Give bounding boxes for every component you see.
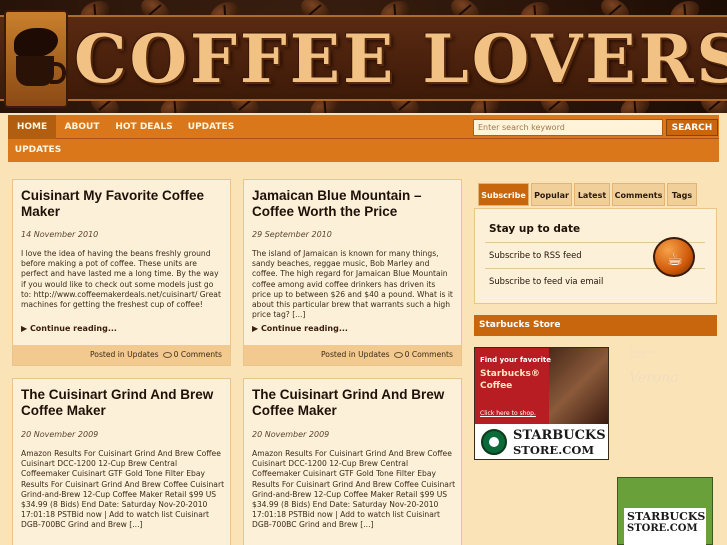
post-card: Cuisinart My Favorite Coffee Maker 14 No… [12,179,231,366]
ad-line1: Find your favorite [480,356,551,364]
post-title[interactable]: Cuisinart My Favorite Coffee Maker [21,188,221,220]
ad-brand-line1: STARBUCKS [513,428,606,443]
rss-feed-icon[interactable]: ☕ [653,237,695,277]
search-input[interactable] [473,119,663,136]
site-header: COFFEE LOVERS [0,0,727,113]
comments-link[interactable]: 0 Comments [405,350,453,359]
post-title[interactable]: The Cuisinart Grind And Brew Coffee Make… [21,387,221,419]
post-excerpt: Amazon Results For Cuisinart Grind And B… [252,449,456,530]
post-excerpt: The island of Jamaican is known for many… [252,249,453,320]
continue-reading-link[interactable]: ▶ Continue reading... [252,324,348,333]
comment-bubble-icon [393,352,403,358]
tab-tags[interactable]: Tags [667,183,697,206]
subscribe-rss-link[interactable]: Subscribe to RSS feed [489,250,582,260]
post-footer: Posted in Updates 0 Comments [244,345,461,365]
continue-reading-label: Continue reading... [29,324,117,333]
post-date: 20 November 2009 [252,430,330,439]
nav-about[interactable]: ABOUT [58,115,106,139]
coffee-splash-icon [14,28,58,58]
coffee-photo: STARBUCKS COFFEE Verona [549,348,679,424]
site-title[interactable]: COFFEE LOVERS [74,22,727,96]
mug-icon [16,56,66,86]
coffee-cup-logo-icon[interactable] [4,10,68,108]
ad-red-panel: STARBUCKS COFFEE Verona Find your favori… [475,348,679,424]
sidebar-tabs: Subscribe Popular Latest Comments Tags [474,180,717,208]
ad-photo-name: Verona [629,370,679,386]
nav-home[interactable]: HOME [8,115,56,139]
post-date: 29 September 2010 [252,230,332,239]
nav-hot-deals[interactable]: HOT DEALS [112,115,176,139]
post-card: The Cuisinart Grind And Brew Coffee Make… [243,378,462,545]
post-date: 20 November 2009 [21,430,99,439]
ad-small-brand-panel: STARBUCKS STORE.COM [624,508,706,545]
tab-comments[interactable]: Comments [612,183,665,206]
subscribe-title: Stay up to date [489,223,581,235]
continue-reading-label: Continue reading... [260,324,348,333]
continue-reading-link[interactable]: ▶ Continue reading... [21,324,117,333]
tab-popular[interactable]: Popular [531,183,572,206]
posted-in-link[interactable]: Posted in Updates [321,350,390,359]
post-date: 14 November 2010 [21,230,99,239]
post-title[interactable]: The Cuisinart Grind And Brew Coffee Make… [252,387,452,419]
comment-bubble-icon [162,352,172,358]
tab-subscribe[interactable]: Subscribe [478,183,529,206]
post-excerpt: I love the idea of having the beans fres… [21,249,221,310]
rss-glyph-icon: ☕ [667,249,684,270]
ad-photo-label: STARBUCKS COFFEE [629,350,656,360]
post-footer: Posted in Updates 0 Comments [13,345,230,365]
nav-updates[interactable]: UPDATES [184,115,238,139]
post-title[interactable]: Jamaican Blue Mountain – Coffee Worth th… [252,188,452,220]
subscribe-email-link[interactable]: Subscribe to feed via email [489,276,603,286]
play-arrow-icon: ▶ [252,324,261,333]
ad-brand-line2: STORE.COM [513,443,595,457]
ad-line2: Starbucks® Coffee [480,369,540,391]
search-button-label: SEARCH [671,123,713,133]
starbucks-store-heading: Starbucks Store [474,315,717,336]
comments-link[interactable]: 0 Comments [174,350,222,359]
starbucks-ad-banner[interactable]: STARBUCKS COFFEE Verona Find your favori… [474,347,679,460]
post-card: Jamaican Blue Mountain – Coffee Worth th… [243,179,462,366]
tab-latest[interactable]: Latest [574,183,610,206]
ad-small-brand-line2: STORE.COM [627,523,698,534]
post-card: The Cuisinart Grind And Brew Coffee Make… [12,378,231,545]
ad-brand-panel: STARBUCKS STORE.COM [475,424,608,459]
search-button[interactable]: SEARCH ➡ [666,119,718,150]
starbucks-ad-small[interactable]: STARBUCKS STORE.COM [617,477,713,545]
play-arrow-icon: ▶ [21,324,30,333]
ad-small-brand-line1: STARBUCKS [627,510,706,523]
ad-shop-link[interactable]: Click here to shop. [480,410,536,417]
subscribe-panel: Stay up to date Subscribe to RSS feed Su… [474,208,717,304]
starbucks-logo-icon [481,429,507,455]
post-excerpt: Amazon Results For Cuisinart Grind And B… [21,449,225,530]
subnav-updates[interactable]: UPDATES [12,139,64,162]
sub-nav: UPDATES [8,139,719,162]
posted-in-link[interactable]: Posted in Updates [90,350,159,359]
